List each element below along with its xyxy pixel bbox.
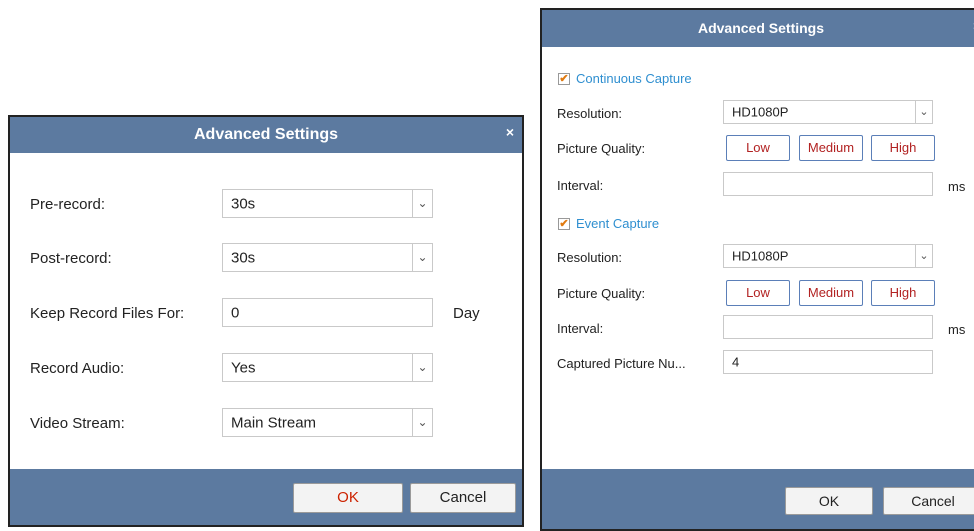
captured-number-input[interactable]: 4 (723, 350, 933, 374)
chevron-down-icon[interactable]: ⌄ (412, 409, 432, 436)
video-stream-select[interactable]: Main Stream ⌄ (222, 408, 433, 437)
pre-record-select[interactable]: 30s ⌄ (222, 189, 433, 218)
dialog-footer: OK Cancel (10, 469, 522, 525)
continuous-capture-checkbox[interactable]: ✔ (558, 73, 570, 85)
chevron-down-icon[interactable]: ⌄ (412, 190, 432, 217)
continuous-quality-low-button[interactable]: Low (726, 135, 790, 161)
event-resolution-label: Resolution: (557, 250, 623, 265)
continuous-quality-medium-button[interactable]: Medium (799, 135, 863, 161)
chevron-down-icon[interactable]: ⌄ (915, 245, 932, 267)
post-record-value: 30s (231, 249, 256, 266)
event-interval-label: Interval: (557, 321, 604, 336)
continuous-interval-label: Interval: (557, 178, 604, 193)
chevron-down-icon[interactable]: ⌄ (412, 244, 432, 271)
advanced-settings-dialog-capture: Advanced Settings × ✔ Continuous Capture… (540, 8, 974, 531)
event-quality-medium-button[interactable]: Medium (799, 280, 863, 306)
dialog-footer: OK Cancel (542, 469, 974, 529)
event-resolution-value: HD1080P (732, 248, 789, 264)
keep-record-input[interactable]: 0 (222, 298, 433, 327)
dialog-title: Advanced Settings (193, 126, 339, 143)
ok-button[interactable]: OK (785, 487, 873, 515)
continuous-quality-high-button[interactable]: High (871, 135, 935, 161)
pre-record-value: 30s (231, 195, 256, 212)
record-audio-label: Record Audio: (30, 360, 125, 377)
ok-button[interactable]: OK (293, 483, 403, 513)
continuous-quality-label: Picture Quality: (557, 141, 646, 156)
continuous-resolution-label: Resolution: (557, 106, 623, 121)
continuous-resolution-value: HD1080P (732, 104, 789, 120)
cancel-button[interactable]: Cancel (410, 483, 516, 513)
chevron-down-icon[interactable]: ⌄ (412, 354, 432, 381)
continuous-capture-label: Continuous Capture (576, 71, 692, 86)
event-capture-checkbox[interactable]: ✔ (558, 218, 570, 230)
close-icon[interactable]: × (506, 117, 514, 147)
continuous-interval-input[interactable] (723, 172, 933, 196)
dialog-title-bar: Advanced Settings × (542, 10, 974, 47)
event-quality-high-button[interactable]: High (871, 280, 935, 306)
record-audio-select[interactable]: Yes ⌄ (222, 353, 433, 382)
cancel-button[interactable]: Cancel (883, 487, 974, 515)
pre-record-label: Pre-record: (30, 196, 106, 213)
post-record-select[interactable]: 30s ⌄ (222, 243, 433, 272)
event-quality-low-button[interactable]: Low (726, 280, 790, 306)
continuous-resolution-select[interactable]: HD1080P ⌄ (723, 100, 933, 124)
captured-number-label: Captured Picture Nu... (557, 356, 686, 371)
continuous-interval-unit: ms (948, 179, 966, 194)
dialog-title: Advanced Settings (697, 20, 825, 36)
video-stream-value: Main Stream (231, 414, 317, 431)
keep-record-unit: Day (453, 305, 480, 322)
keep-record-value: 0 (231, 304, 240, 321)
captured-number-value: 4 (732, 354, 740, 370)
event-interval-input[interactable] (723, 315, 933, 339)
keep-record-label: Keep Record Files For: (30, 305, 185, 322)
chevron-down-icon[interactable]: ⌄ (915, 101, 932, 123)
event-capture-label: Event Capture (576, 216, 660, 231)
post-record-label: Post-record: (30, 250, 112, 267)
event-quality-label: Picture Quality: (557, 286, 646, 301)
record-audio-value: Yes (231, 359, 256, 376)
dialog-title-bar: Advanced Settings × (10, 117, 522, 153)
video-stream-label: Video Stream: (30, 415, 125, 432)
advanced-settings-dialog-record: Advanced Settings × Pre-record: 30s ⌄ Po… (8, 115, 524, 527)
event-resolution-select[interactable]: HD1080P ⌄ (723, 244, 933, 268)
event-interval-unit: ms (948, 322, 966, 337)
